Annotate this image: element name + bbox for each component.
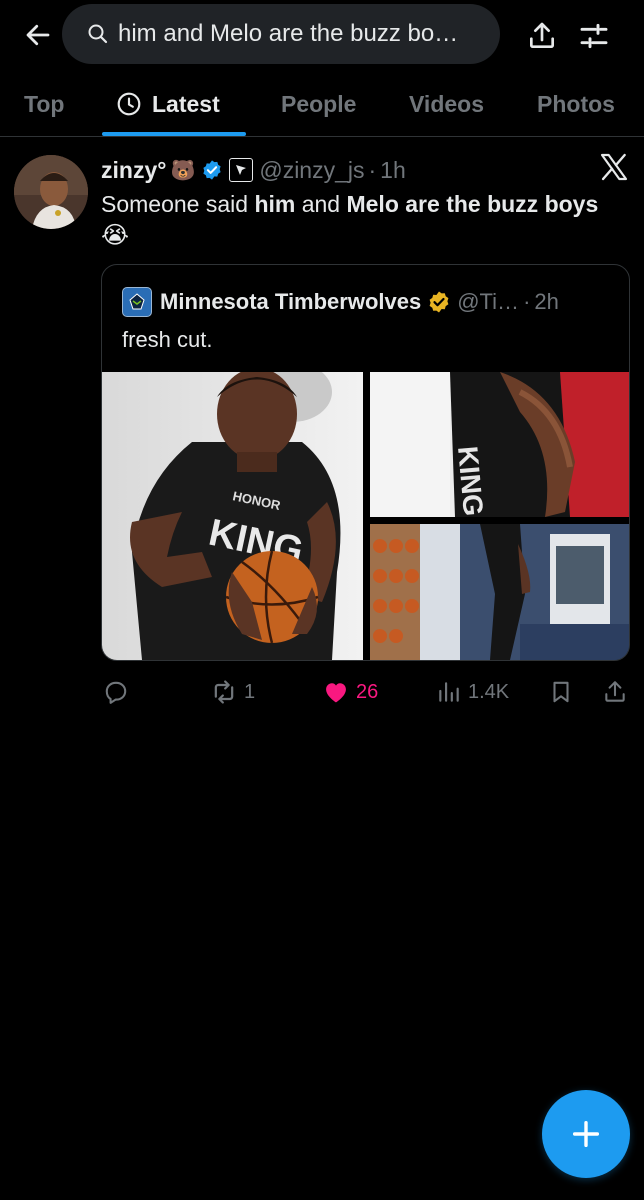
photo-gym-scene[interactable] <box>370 524 629 660</box>
affiliate-badge <box>229 158 254 182</box>
filter-icon <box>580 23 608 49</box>
view-count: 1.4K <box>468 680 510 703</box>
repost-button[interactable]: 1 <box>210 672 255 712</box>
heart-icon <box>326 683 346 703</box>
compose-button[interactable] <box>542 1090 630 1178</box>
tab-label: Photos <box>537 90 615 117</box>
team-logo-avatar[interactable] <box>122 287 152 317</box>
x-logo-icon[interactable] <box>598 151 630 183</box>
search-bar[interactable] <box>62 4 500 64</box>
tab-latest[interactable]: Latest <box>116 72 220 136</box>
timberwolves-logo-icon <box>129 293 145 310</box>
reply-button[interactable] <box>103 672 135 712</box>
photo-image <box>370 524 629 660</box>
quoted-text: fresh cut. <box>122 327 213 352</box>
like-button[interactable]: 26 <box>322 672 378 712</box>
views-icon <box>439 682 459 702</box>
tab-top[interactable]: Top <box>24 72 64 136</box>
photo-grid: HONOR KING KING <box>102 372 629 660</box>
tab-label: Videos <box>409 90 484 117</box>
tab-label: Top <box>24 90 65 117</box>
search-filter-button[interactable] <box>574 16 614 56</box>
avatar-image <box>14 155 88 229</box>
back-button[interactable] <box>18 18 58 52</box>
repost-icon <box>214 680 234 704</box>
verified-badge-icon <box>203 160 221 180</box>
name-emoji: 🐻 <box>170 159 196 182</box>
text-run: Someone said <box>101 191 255 217</box>
bookmark-icon <box>553 681 569 703</box>
separator-dot: · <box>523 289 531 314</box>
share-icon <box>605 681 625 702</box>
author-row: zinzy° 🐻 @zinzy_js · 1h <box>101 155 406 185</box>
avatar[interactable] <box>14 155 88 229</box>
back-arrow-icon <box>26 24 50 46</box>
tab-people[interactable]: People <box>281 72 356 136</box>
tab-videos[interactable]: Videos <box>409 72 484 136</box>
handle[interactable]: @zinzy_js <box>259 157 364 184</box>
like-count: 26 <box>356 680 379 703</box>
svg-text:KING: KING <box>452 445 489 517</box>
quoted-author-row: Minnesota Timberwolves @Ti… · 2h <box>122 287 559 317</box>
clock-icon <box>117 92 141 116</box>
compose-plus-icon <box>572 1120 600 1148</box>
photo-image: KING <box>370 372 629 517</box>
share-search-button[interactable] <box>522 16 562 56</box>
display-name[interactable]: zinzy° <box>101 157 166 184</box>
tweet-text: Someone said him and Melo are the buzz b… <box>101 189 636 219</box>
bookmark-button[interactable] <box>548 672 574 712</box>
search-icon <box>88 24 108 44</box>
affiliate-icon <box>236 165 247 175</box>
tab-photos[interactable]: Photos <box>537 72 615 136</box>
photo-player-shooting[interactable]: HONOR KING <box>102 372 363 660</box>
quoted-display-name: Minnesota Timberwolves <box>160 289 422 314</box>
search-tabs: Top Latest People Videos Photos <box>0 72 644 137</box>
tweet-actions: 1 26 1.4K <box>0 672 644 712</box>
tab-label: Latest <box>152 90 220 117</box>
search-input[interactable] <box>116 19 500 49</box>
photo-image: HONOR KING <box>102 372 363 660</box>
text-run: and <box>295 191 347 217</box>
tweet[interactable]: zinzy° 🐻 @zinzy_js · 1h Someone said him… <box>0 137 644 717</box>
text-run-bold: Melo are the buzz boys <box>346 191 599 217</box>
tab-label: People <box>281 90 357 117</box>
quoted-tweet[interactable]: Minnesota Timberwolves @Ti… · 2h fresh c… <box>101 264 630 661</box>
quoted-handle: @Ti… <box>457 289 520 314</box>
crying-emoji: 😭 <box>101 222 130 249</box>
reply-icon <box>105 681 127 704</box>
top-bar <box>0 0 644 72</box>
text-run-bold: him <box>254 191 296 217</box>
repost-count: 1 <box>244 680 256 703</box>
timestamp[interactable]: 1h <box>380 157 406 184</box>
share-button[interactable] <box>602 672 628 712</box>
separator-dot: · <box>368 156 377 183</box>
photo-jersey-closeup[interactable]: KING <box>370 372 629 517</box>
share-icon <box>530 22 554 48</box>
active-tab-indicator <box>102 132 246 136</box>
views-button[interactable]: 1.4K <box>436 672 509 712</box>
gold-verified-badge-icon <box>429 291 449 313</box>
quoted-timestamp: 2h <box>534 289 559 314</box>
